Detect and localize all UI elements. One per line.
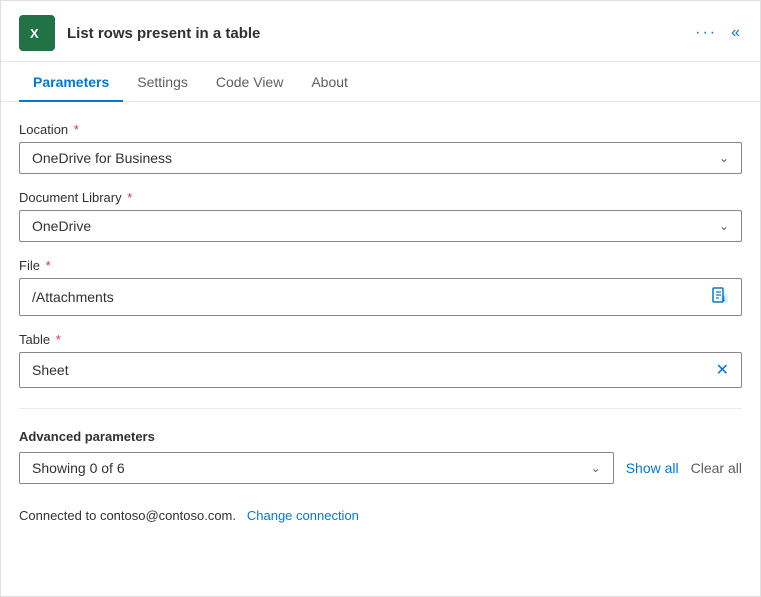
content: Location * OneDrive for Business ⌄ Docum…: [1, 102, 760, 543]
change-connection-link[interactable]: Change connection: [247, 508, 359, 523]
advanced-section: Advanced parameters Showing 0 of 6 ⌄ Sho…: [19, 429, 742, 484]
header: X List rows present in a table ··· «: [1, 1, 760, 62]
document-library-field-group: Document Library * OneDrive ⌄: [19, 190, 742, 242]
svg-text:X: X: [30, 26, 39, 41]
location-label: Location *: [19, 122, 742, 137]
table-field-group: Table * Sheet ✕: [19, 332, 742, 388]
header-left: X List rows present in a table: [19, 15, 260, 51]
advanced-dropdown[interactable]: Showing 0 of 6 ⌄: [19, 452, 614, 484]
location-chevron-icon: ⌄: [719, 151, 729, 165]
footer: Connected to contoso@contoso.com. Change…: [19, 500, 742, 523]
section-divider: [19, 408, 742, 409]
panel: X List rows present in a table ··· « Par…: [0, 0, 761, 597]
tab-parameters[interactable]: Parameters: [19, 62, 123, 102]
document-library-value: OneDrive: [32, 218, 91, 234]
tab-about[interactable]: About: [297, 62, 362, 102]
table-label: Table *: [19, 332, 742, 347]
collapse-icon[interactable]: «: [731, 24, 742, 42]
tabs: Parameters Settings Code View About: [1, 62, 760, 102]
table-value: Sheet: [32, 362, 69, 378]
document-library-dropdown[interactable]: OneDrive ⌄: [19, 210, 742, 242]
advanced-chevron-icon: ⌄: [591, 461, 601, 475]
file-field-group: File * /Attachments 1: [19, 258, 742, 316]
location-value: OneDrive for Business: [32, 150, 172, 166]
clear-all-button[interactable]: Clear all: [691, 460, 742, 476]
show-all-button[interactable]: Show all: [626, 460, 679, 476]
file-value: /Attachments: [32, 289, 114, 305]
table-required: *: [52, 332, 61, 347]
header-actions: ··· «: [695, 24, 742, 42]
table-field[interactable]: Sheet ✕: [19, 352, 742, 388]
excel-icon: X: [19, 15, 55, 51]
file-picker-icon[interactable]: 1: [711, 286, 729, 308]
document-library-label: Document Library *: [19, 190, 742, 205]
advanced-label: Advanced parameters: [19, 429, 742, 444]
file-label: File *: [19, 258, 742, 273]
file-required: *: [42, 258, 51, 273]
tab-code-view[interactable]: Code View: [202, 62, 297, 102]
document-library-chevron-icon: ⌄: [719, 219, 729, 233]
file-field[interactable]: /Attachments 1: [19, 278, 742, 316]
header-title: List rows present in a table: [67, 25, 260, 42]
table-clear-icon[interactable]: ✕: [716, 360, 729, 380]
advanced-row: Showing 0 of 6 ⌄ Show all Clear all: [19, 452, 742, 484]
footer-text: Connected to contoso@contoso.com.: [19, 508, 236, 523]
location-dropdown[interactable]: OneDrive for Business ⌄: [19, 142, 742, 174]
document-library-required: *: [124, 190, 133, 205]
tab-settings[interactable]: Settings: [123, 62, 202, 102]
location-required: *: [70, 122, 79, 137]
advanced-dropdown-value: Showing 0 of 6: [32, 460, 125, 476]
more-icon[interactable]: ···: [695, 24, 717, 42]
location-field-group: Location * OneDrive for Business ⌄: [19, 122, 742, 174]
